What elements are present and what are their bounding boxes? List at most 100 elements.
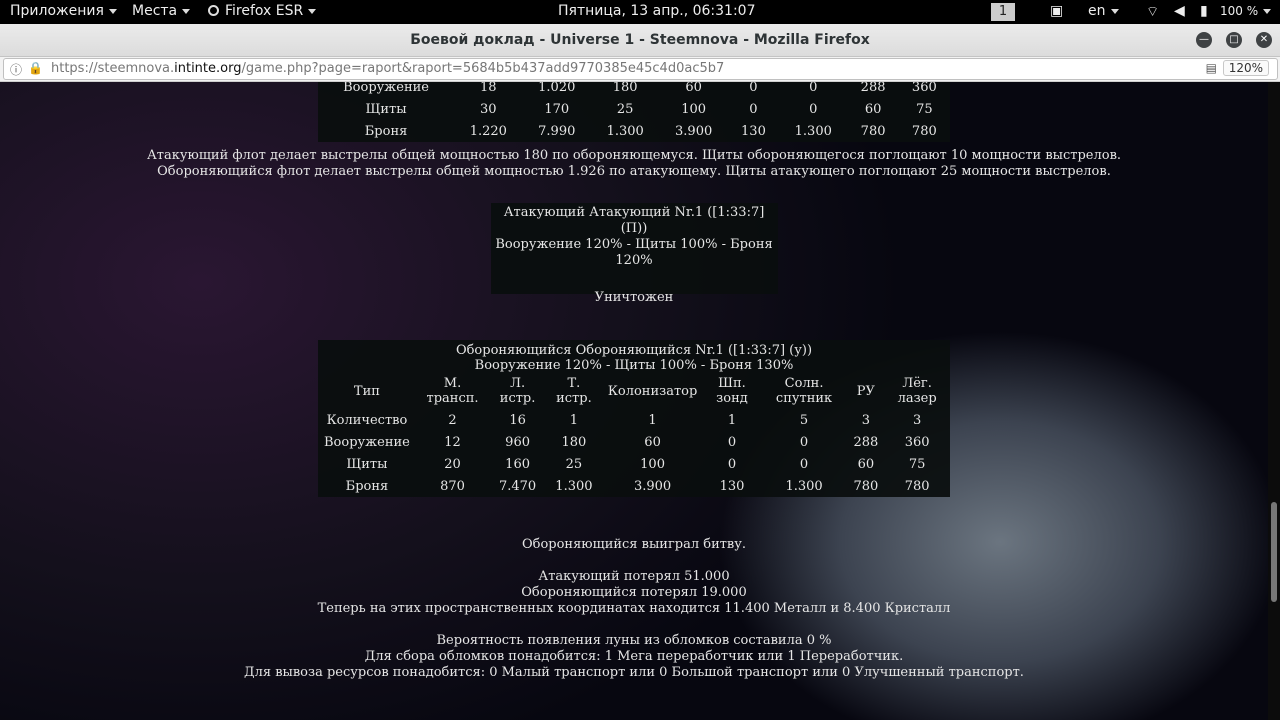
url-text: https://steemnova.intinte.org/game.php?p… [51,61,724,76]
row-label: Броня [345,478,389,494]
clock[interactable]: Пятница, 13 апр., 06:31:07 [558,3,755,19]
table-row: Вооружение 18 1.020 180 60 0 0 288 360 [318,82,950,98]
row-label: Щиты [365,101,407,117]
table-cell: 780 [860,123,886,139]
debris-text: Теперь на этих пространственных координа… [317,601,951,616]
row-label: Вооружение [324,434,410,450]
window-titlebar[interactable]: Боевой доклад - Universe 1 - Steemnova -… [0,24,1280,57]
chevron-down-icon [1110,8,1119,14]
wifi-icon[interactable]: ⌔ [1146,3,1159,21]
table-cell: 0 [749,82,758,95]
chevron-down-icon [182,8,191,14]
table-cell: 7.470 [498,478,537,494]
attacker-tech: Вооружение 120% - Щиты 100% - Броня 120% [495,237,773,268]
table-cell: 1 [569,412,579,428]
table-cell: 12 [444,434,461,450]
chevron-down-icon [308,8,317,14]
places-label: Места [132,3,178,19]
zoom-indicator[interactable]: 120% [1222,60,1269,76]
attacker-fleet-table-partial: Вооружение 18 1.020 180 60 0 0 288 360 Щиты 30 170 2… [318,82,950,142]
system-menu-chevron-icon[interactable] [1258,3,1271,19]
column-header: Тип [353,383,380,399]
column-header: Лёг. лазер [897,376,937,406]
transports-needed-text: Для вывоза ресурсов понадобится: 0 Малый… [244,665,1024,680]
row-label: Щиты [346,456,388,472]
reader-mode-icon[interactable]: ▤ [1206,61,1217,75]
page-content: Вооружение 18 1.020 180 60 0 0 288 360 Щиты 30 170 2… [0,82,1280,720]
column-header: Колонизатор [607,383,698,399]
table-cell: 1.300 [555,478,593,494]
table-cell: 60 [857,456,875,472]
table-cell: 0 [799,434,809,450]
language-label: en [1088,3,1106,19]
table-cell: 360 [911,82,937,95]
table-cell: 170 [544,101,570,117]
table-cell: 780 [904,478,930,494]
table-cell: 3.900 [633,478,672,494]
table-row: Броня 870 7.470 1.300 3.900 130 1.300 780 780 [318,475,950,497]
column-header: М. трансп. [426,376,479,406]
table-row: Вооружение 12 960 180 60 0 0 288 360 [318,431,950,453]
table-cell: 288 [860,82,886,95]
maximize-icon[interactable]: □ [1226,32,1242,48]
navigation-bar: ⓘ 🔒 https://steemnova.intinte.org/game.p… [0,57,1280,82]
recyclers-needed-text: Для сбора обломков понадобится: 1 Мега п… [364,649,904,664]
minimize-icon[interactable]: — [1196,32,1212,48]
column-header: Солн. спутник [775,376,833,406]
row-label: Броня [364,123,408,139]
table-cell: 1.300 [606,123,644,139]
table-cell: 1.300 [794,123,832,139]
applications-label: Приложения [10,3,104,19]
applications-menu[interactable]: Приложения [10,3,117,19]
table-cell: 3.900 [675,123,713,139]
table-cell: 1.220 [469,123,507,139]
winner-text: Обороняющийся выиграл битву. [521,537,747,552]
table-cell: 30 [480,101,497,117]
attacker-status: Уничтожен [594,290,674,305]
page-scrollbar[interactable] [1268,82,1280,720]
defender-header-row: Тип М. трансп. Л. истр. Т. истр. Колонизатор… [318,373,950,409]
url-prefix: https://steemnova. [51,61,175,76]
table-cell: 0 [799,456,809,472]
row-label: Вооружение [343,82,429,95]
round-summary: Атакующий флот делает выстрелы общей мощ… [0,148,1268,180]
table-cell: 0 [809,101,818,117]
table-cell: 60 [685,82,702,95]
places-menu[interactable]: Места [132,3,191,19]
app-menu-firefox[interactable]: Firefox ESR [208,3,317,19]
table-cell: 1.300 [785,478,823,494]
defender-fleet-table: Обороняющийся Обороняющийся Nr.1 ([1:33:… [318,340,950,497]
table-cell: 7.990 [538,123,576,139]
attacker-lost-text: Атакующий потерял 51.000 [538,569,730,584]
table-cell: 2 [448,412,457,428]
volume-icon[interactable]: ◀ [1174,3,1185,19]
table-cell: 18 [480,82,497,95]
lock-icon[interactable]: 🔒 [28,61,43,75]
table-cell: 288 [853,434,879,450]
table-cell: 100 [681,101,707,117]
battery-icon[interactable]: ▮ [1200,3,1208,19]
url-path: /game.php?page=raport&raport=5684b5b437a… [241,61,725,76]
table-cell: 1 [727,412,737,428]
table-cell: 360 [904,434,930,450]
language-menu[interactable]: en [1088,3,1119,19]
table-cell: 130 [719,478,745,494]
row-label: Количество [326,412,408,428]
defender-title: Обороняющийся Обороняющийся Nr.1 ([1:33:… [455,343,813,358]
url-input[interactable]: ⓘ 🔒 https://steemnova.intinte.org/game.p… [3,58,1278,80]
workspace-indicator[interactable]: 1 [991,3,1015,21]
table-cell: 25 [616,101,634,117]
table-cell: 180 [612,82,638,95]
table-cell: 1.020 [538,82,576,95]
info-icon[interactable]: ⓘ [10,61,22,78]
attacker-title: Атакующий Атакующий Nr.1 ([1:33:7] (П)) [503,205,765,236]
scrollbar-thumb[interactable] [1271,502,1277,602]
column-header: РУ [856,383,875,399]
table-cell: 20 [444,456,461,472]
column-header: Шп. зонд [716,376,748,406]
attacker-shots-text: Атакующий флот делает выстрелы общей мощ… [146,148,1122,163]
screen-icon[interactable]: ▣ [1050,3,1063,19]
close-icon[interactable]: ✕ [1256,32,1272,48]
table-cell: 0 [727,434,737,450]
table-cell: 0 [749,101,758,117]
